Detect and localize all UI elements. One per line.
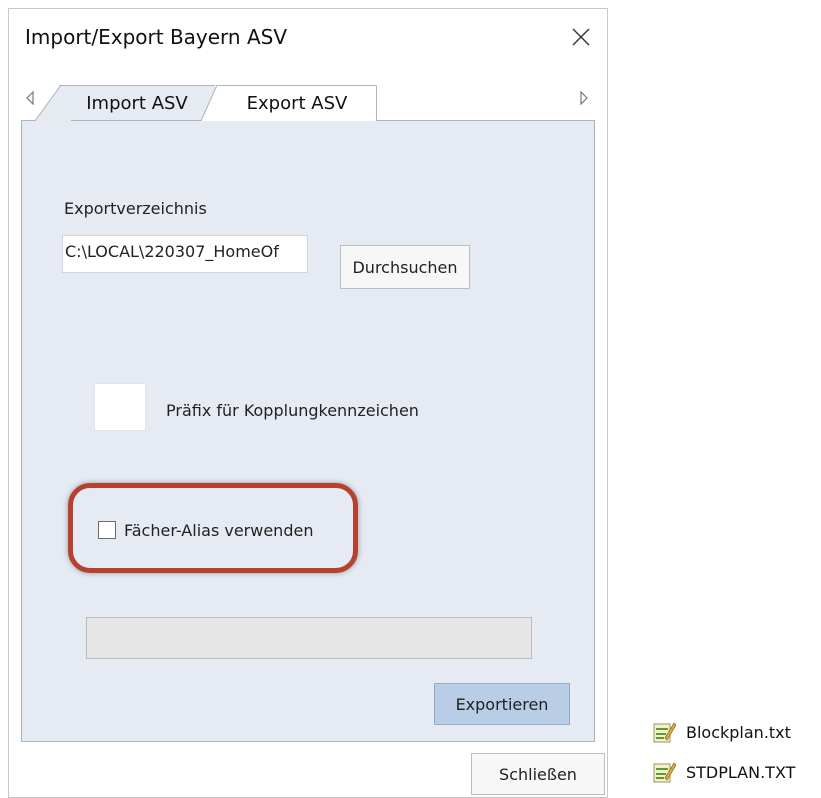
text-file-icon [653,762,676,783]
prefix-label: Präfix für Kopplungkennzeichen [166,401,419,420]
facher-alias-label[interactable]: Fächer-Alias verwenden [124,521,313,540]
browse-button[interactable]: Durchsuchen [340,245,470,289]
export-panel: Exportverzeichnis C:\LOCAL\220307_HomeOf… [21,120,595,742]
close-button[interactable] [561,17,601,57]
tab-export-label: Export ASV [246,93,348,114]
caret-right-icon [580,91,588,105]
tab-export-slant [201,85,237,121]
browse-button-label: Durchsuchen [352,257,458,277]
export-button[interactable]: Exportieren [434,683,570,725]
export-progress-bar [86,617,532,659]
tab-import-asv[interactable]: Import ASV [59,85,215,121]
close-dialog-button[interactable]: Schließen [471,753,605,795]
close-dialog-label: Schließen [499,764,577,784]
title-bar: Import/Export Bayern ASV [9,9,607,69]
tab-scroll-right-button[interactable] [577,89,591,107]
prefix-input[interactable] [94,383,146,431]
tab-import-label: Import ASV [86,93,188,114]
desktop-file-name: Blockplan.txt [686,722,791,742]
export-button-label: Exportieren [455,694,549,714]
tab-export-asv[interactable]: Export ASV [217,85,377,121]
export-directory-input[interactable]: C:\LOCAL\220307_HomeOf [62,235,308,273]
export-directory-label: Exportverzeichnis [64,199,207,218]
desktop-file-stdplan[interactable]: STDPLAN.TXT [652,760,795,784]
desktop-file-blockplan[interactable]: Blockplan.txt [652,720,791,744]
desktop-file-name: STDPLAN.TXT [686,762,796,782]
screen: Import/Export Bayern ASV Import ASV Expo… [0,0,821,798]
import-export-dialog: Import/Export Bayern ASV Import ASV Expo… [8,8,608,798]
window-title: Import/Export Bayern ASV [25,25,288,49]
facher-alias-checkbox[interactable] [98,521,116,539]
caret-left-icon [26,91,34,105]
close-icon [572,28,590,46]
text-file-icon [653,722,676,743]
tab-strip: Import ASV Export ASV [21,75,595,121]
tab-import-slant [35,85,71,121]
